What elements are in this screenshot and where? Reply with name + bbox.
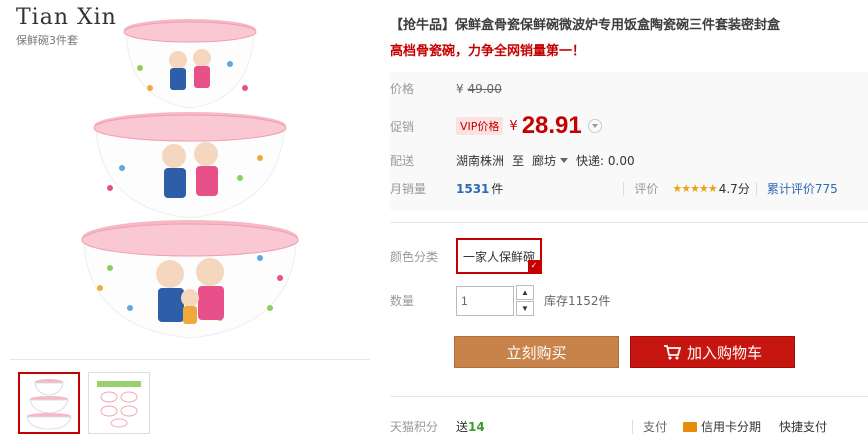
monthly-sales-count: 1531 <box>456 181 490 196</box>
sku-label: 颜色分类 <box>390 249 439 264</box>
add-to-cart-button[interactable]: 加入购物车 <box>630 336 795 368</box>
sku-option-family-bowl[interactable]: 一家人保鲜碗 <box>456 238 542 274</box>
shipping-fee: 快递: 0.00 <box>576 154 635 168</box>
buy-now-label: 立刻购买 <box>506 343 567 362</box>
cart-icon <box>663 345 681 360</box>
delivery-to-word: 至 <box>512 154 525 168</box>
quantity-row: 数量 ▲ ▼ 库存1152件 <box>390 285 611 316</box>
original-price: ¥ 49.00 <box>456 82 502 96</box>
divider <box>623 181 625 196</box>
main-product-image[interactable]: Tian Xin 保鲜碗3件套 <box>10 0 370 360</box>
reviews-label: 累计评价 <box>766 182 815 196</box>
quantity-decrease-button[interactable]: ▼ <box>516 301 534 316</box>
credit-installment[interactable]: 信用卡分期 <box>701 418 761 435</box>
sku-row: 颜色分类 一家人保鲜碗 <box>390 238 542 274</box>
delivery-label: 配送 <box>390 154 415 168</box>
section-divider <box>390 396 868 397</box>
credit-card-icon <box>683 421 698 432</box>
sales-label: 月销量 <box>390 182 427 196</box>
quantity-label: 数量 <box>390 294 415 308</box>
add-to-cart-label: 加入购物车 <box>686 343 762 362</box>
product-subtitle: 高档骨瓷碗，力争全网销量第一！ <box>390 44 586 59</box>
promo-currency: ¥ <box>509 118 518 134</box>
currency-symbol: ¥ <box>456 81 464 96</box>
section-divider <box>390 222 868 223</box>
reviews-count: 775 <box>814 182 838 196</box>
points-label: 天猫积分 <box>390 420 439 434</box>
buy-now-button[interactable]: 立刻购买 <box>454 336 619 368</box>
delivery-from: 湖南株洲 <box>456 154 505 168</box>
sales-unit: 件 <box>491 182 504 196</box>
package-thumbnail-icon <box>97 381 141 428</box>
price-meta-box: 价格 ¥ 49.00 促销 VIP价格 ¥ 28.91 配送 湖南株洲 至 廊坊… <box>390 72 868 210</box>
divider <box>755 181 757 196</box>
delivery-row: 配送 湖南株洲 至 廊坊 快递: 0.00 <box>390 152 635 169</box>
quantity-stepper: ▲ ▼ <box>516 285 534 316</box>
thumbnail-strip <box>18 372 150 434</box>
product-title: 【抢牛品】保鲜盒骨瓷保鲜碗微波炉专用饭盒陶瓷碗三件套装密封盒 <box>390 18 781 33</box>
stock-count: 库存1152件 <box>544 294 611 308</box>
delivery-destination[interactable]: 廊坊 <box>532 152 556 169</box>
bowl-set-illustration <box>81 19 299 339</box>
promo-price-row: 促销 VIP价格 ¥ 28.91 <box>390 112 602 140</box>
bowl-thumbnail-icon <box>26 379 72 430</box>
quantity-input[interactable] <box>456 285 514 316</box>
price-label: 价格 <box>390 82 415 96</box>
reviews-link[interactable]: 累计评价775 <box>767 180 838 197</box>
caret-down-icon[interactable] <box>560 158 569 163</box>
chevron-down-icon[interactable] <box>587 119 602 133</box>
divider <box>632 419 634 434</box>
rating-label: 评价 <box>634 182 659 196</box>
footer-row: 天猫积分 送 14 支付 信用卡分期 快捷支付 <box>390 418 827 435</box>
points-prefix: 送 <box>456 420 469 434</box>
sales-row: 月销量 1531 件 评价 ★★★★★ 4.7分 累计评价775 <box>390 180 838 197</box>
original-price-row: 价格 ¥ 49.00 <box>390 80 502 97</box>
thumbnail-1[interactable] <box>18 372 80 434</box>
promo-label: 促销 <box>390 119 415 134</box>
product-gallery: Tian Xin 保鲜碗3件套 <box>10 0 370 440</box>
pay-label: 支付 <box>643 420 668 434</box>
vip-badge: VIP价格 <box>456 117 504 135</box>
quantity-increase-button[interactable]: ▲ <box>516 285 534 300</box>
thumbnail-2[interactable] <box>88 372 150 434</box>
original-price-amount: 49.00 <box>467 81 502 96</box>
product-info-panel: 【抢牛品】保鲜盒骨瓷保鲜碗微波炉专用饭盒陶瓷碗三件套装密封盒 高档骨瓷碗，力争全… <box>390 0 868 440</box>
quick-pay[interactable]: 快捷支付 <box>779 418 827 435</box>
points-value: 14 <box>468 419 485 434</box>
rating-score: 4.7分 <box>718 182 750 196</box>
rating-stars: ★★★★★ <box>672 182 717 195</box>
promo-price: 28.91 <box>521 112 582 139</box>
